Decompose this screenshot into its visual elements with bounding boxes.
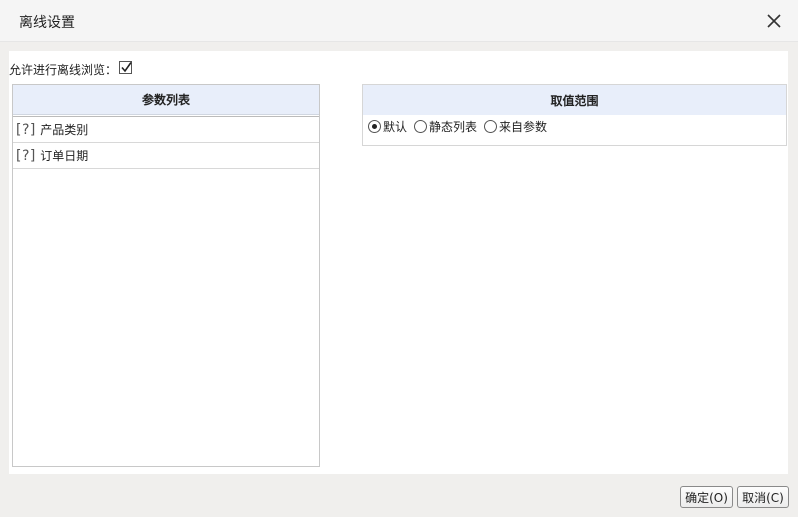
value-range-header: 取值范围 (363, 85, 786, 115)
allow-offline-checkbox[interactable] (119, 60, 133, 74)
value-range-panel: 取值范围 默认 静态列表 来自参数 (362, 84, 787, 146)
dialog-content: 允许进行离线浏览： 参数列表 [?] 产品类别 [?] 订单日期 取值范围 默认 (9, 51, 788, 474)
checkmark-icon (121, 61, 132, 72)
radio-static-list[interactable]: 静态列表 (414, 118, 477, 135)
close-button[interactable] (764, 11, 784, 31)
allow-offline-label: 允许进行离线浏览： (9, 62, 118, 77)
radio-button[interactable] (484, 119, 498, 133)
dialog-title: 离线设置 (19, 15, 75, 31)
radio-label: 默认 (383, 119, 408, 134)
radio-button[interactable] (414, 119, 428, 133)
param-list-header: 参数列表 (13, 85, 319, 115)
param-list[interactable]: [?] 产品类别 [?] 订单日期 (13, 116, 319, 466)
param-list-panel: 参数列表 [?] 产品类别 [?] 订单日期 (12, 84, 320, 467)
cancel-button[interactable]: 取消(C) (737, 486, 789, 508)
radio-label: 来自参数 (499, 119, 548, 134)
dialog-titlebar: 离线设置 (0, 0, 798, 42)
close-icon (767, 14, 781, 28)
radio-label: 静态列表 (429, 119, 478, 134)
param-item-label: 订单日期 (40, 149, 89, 163)
radio-button-selected[interactable] (368, 119, 381, 133)
param-item-label: 产品类别 (40, 123, 89, 137)
radio-from-parameter[interactable]: 来自参数 (484, 118, 547, 135)
unknown-type-icon: [?] (14, 147, 37, 164)
param-item-order-date[interactable]: [?] 订单日期 (13, 143, 319, 169)
ok-button[interactable]: 确定(O) (680, 486, 733, 508)
value-range-options: 默认 静态列表 来自参数 (363, 115, 786, 137)
radio-default[interactable]: 默认 (368, 118, 407, 135)
allow-offline-row: 允许进行离线浏览： (9, 60, 133, 77)
unknown-type-icon: [?] (14, 121, 37, 138)
param-item-product-category[interactable]: [?] 产品类别 (13, 117, 319, 143)
